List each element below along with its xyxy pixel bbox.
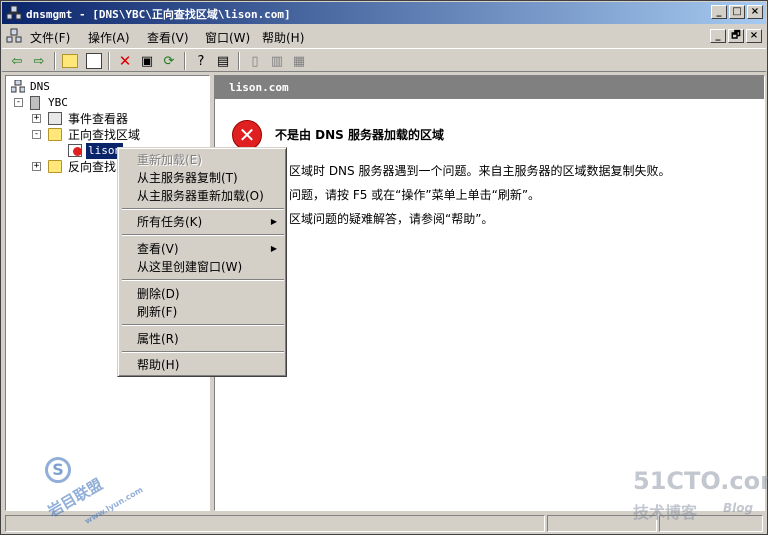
menu-separator xyxy=(122,234,284,236)
menu-item-refresh[interactable]: 刷新(F) xyxy=(121,303,285,321)
expand-toggle[interactable]: + xyxy=(32,114,41,123)
dns-root-icon xyxy=(11,80,25,93)
watermark-logo-icon: S xyxy=(45,457,71,483)
toolbar-separator xyxy=(54,52,56,70)
up-folder-icon[interactable] xyxy=(62,54,78,68)
close-button[interactable]: × xyxy=(747,5,763,19)
expand-toggle[interactable]: + xyxy=(32,162,41,171)
status-bar xyxy=(2,513,766,533)
menu-separator xyxy=(122,279,284,281)
menu-item-transfer-from-master[interactable]: 从主服务器复制(T) xyxy=(121,169,285,187)
maximize-button[interactable]: □ xyxy=(729,5,745,19)
menu-item-all-tasks[interactable]: 所有任务(K) ▶ xyxy=(121,213,285,231)
record-icon[interactable]: ▦ xyxy=(290,52,308,70)
status-cell-2 xyxy=(547,515,657,532)
menu-item-help[interactable]: 帮助(H) xyxy=(121,356,285,374)
collapse-toggle[interactable]: - xyxy=(14,98,23,107)
folder-open-icon xyxy=(48,128,62,141)
collapse-toggle[interactable]: - xyxy=(32,130,41,139)
child-minimize-button[interactable]: _ xyxy=(710,29,726,43)
context-menu: 重新加载(E) 从主服务器复制(T) 从主服务器重新加载(O) 所有任务(K) … xyxy=(117,147,287,377)
mmc-window: dnsmgmt - [DNS\YBC\正向查找区域\lison.com] _ □… xyxy=(0,0,768,535)
all-tasks-label: 所有任务(K) xyxy=(137,215,203,229)
menu-bar: 文件(F) 操作(A) 查看(V) 窗口(W) 帮助(H) _ 🗗 × xyxy=(2,26,766,46)
help-icon[interactable]: ? xyxy=(192,52,210,70)
toolbar-separator xyxy=(108,52,110,70)
status-cell-3 xyxy=(659,515,763,532)
menu-file[interactable]: 文件(F) xyxy=(30,29,70,46)
back-arrow-icon[interactable]: ⇦ xyxy=(8,52,26,70)
refresh-icon[interactable]: ⟳ xyxy=(160,52,178,70)
error-title: 不是由 DNS 服务器加载的区域 xyxy=(275,128,445,142)
menu-item-delete[interactable]: 删除(D) xyxy=(121,285,285,303)
error-message-line2: 问题，请按 F5 或在“操作”菜单上单击“刷新”。 xyxy=(289,188,541,202)
server-node-icon xyxy=(30,96,40,110)
menu-separator xyxy=(122,351,284,353)
error-icon: ✕ xyxy=(232,120,262,150)
caption-buttons: _ □ × xyxy=(709,5,763,19)
menu-separator xyxy=(122,208,284,210)
toolbar-separator xyxy=(184,52,186,70)
forward-arrow-icon[interactable]: ⇨ xyxy=(30,52,48,70)
console-icon[interactable] xyxy=(6,28,22,44)
menu-help[interactable]: 帮助(H) xyxy=(262,29,304,46)
view-label: 查看(V) xyxy=(137,242,179,256)
folder-icon xyxy=(48,160,62,173)
details-pane[interactable]: lison.com ✕ 不是由 DNS 服务器加载的区域 区域时 DNS 服务器… xyxy=(214,75,765,511)
menu-action[interactable]: 操作(A) xyxy=(88,29,130,46)
window-title: dnsmgmt - [DNS\YBC\正向查找区域\lison.com] xyxy=(26,8,291,21)
error-overlay-icon xyxy=(73,147,82,156)
dns-app-icon xyxy=(6,5,22,20)
menu-view[interactable]: 查看(V) xyxy=(147,29,189,46)
zone-error-icon xyxy=(68,144,82,157)
export-list-icon[interactable]: ▤ xyxy=(214,52,232,70)
menu-item-view[interactable]: 查看(V) ▶ xyxy=(121,240,285,258)
minimize-button[interactable]: _ xyxy=(711,5,727,19)
toolbar: ⇦ ⇨ ✕ ▣ ⟳ ? ▤ ▯ ▥ ▦ xyxy=(2,48,766,72)
menu-window[interactable]: 窗口(W) xyxy=(205,29,250,46)
child-close-button[interactable]: × xyxy=(746,29,762,43)
menu-item-reload[interactable]: 重新加载(E) xyxy=(121,151,285,169)
server-icon[interactable]: ▯ xyxy=(246,52,264,70)
show-tree-icon[interactable] xyxy=(86,53,102,69)
status-cell-main xyxy=(5,515,545,532)
menu-item-reload-from-master[interactable]: 从主服务器重新加载(O) xyxy=(121,187,285,205)
menu-item-properties[interactable]: 属性(R) xyxy=(121,330,285,348)
submenu-arrow-icon: ▶ xyxy=(270,244,277,253)
zone-header: lison.com xyxy=(215,76,764,99)
event-viewer-icon xyxy=(48,112,62,125)
title-bar[interactable]: dnsmgmt - [DNS\YBC\正向查找区域\lison.com] _ □… xyxy=(2,2,766,24)
properties-icon[interactable]: ▣ xyxy=(138,52,156,70)
error-message-line1: 区域时 DNS 服务器遇到一个问题。来自主服务器的区域数据复制失败。 xyxy=(289,164,671,178)
submenu-arrow-icon: ▶ xyxy=(270,217,277,226)
child-window-buttons: _ 🗗 × xyxy=(708,29,762,43)
delete-icon[interactable]: ✕ xyxy=(116,52,134,70)
menu-item-new-window[interactable]: 从这里创建窗口(W) xyxy=(121,258,285,276)
error-message-line3: 区域问题的疑难解答，请参阅“帮助”。 xyxy=(289,212,494,226)
child-restore-button[interactable]: 🗗 xyxy=(728,29,744,43)
zone-icon[interactable]: ▥ xyxy=(268,52,286,70)
menu-separator xyxy=(122,324,284,326)
toolbar-separator xyxy=(238,52,240,70)
